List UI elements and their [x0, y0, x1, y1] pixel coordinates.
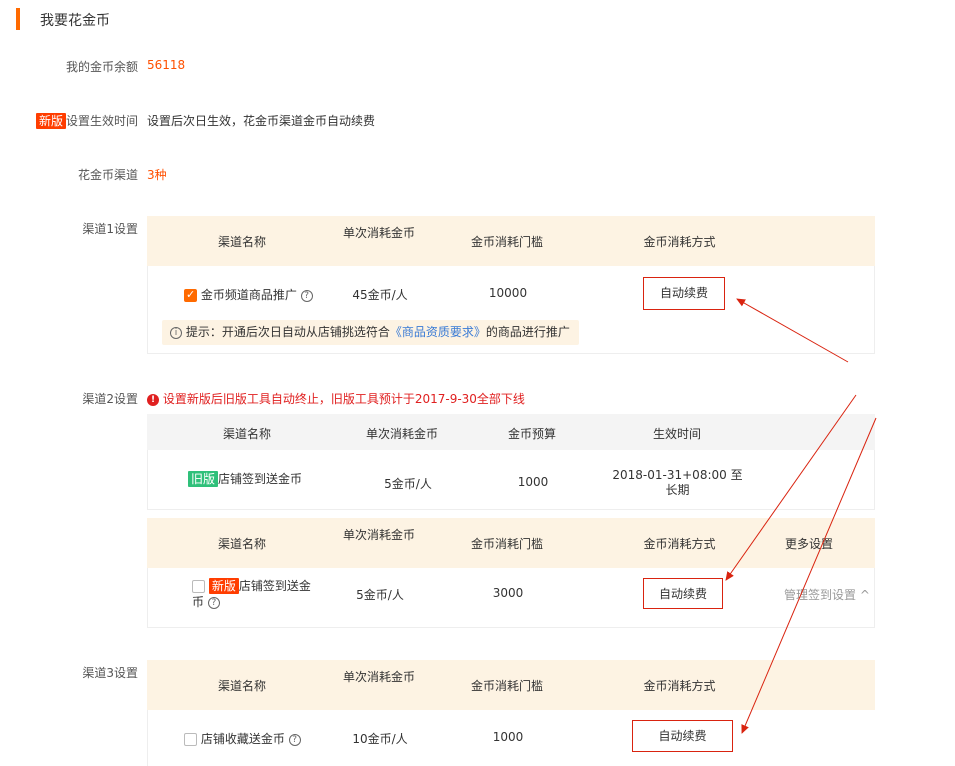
arrow-to-channel1: [736, 298, 849, 363]
arrow-to-channel3: [741, 417, 877, 734]
arrow-to-channel2: [725, 394, 857, 581]
annotation-arrows: [725, 298, 877, 734]
